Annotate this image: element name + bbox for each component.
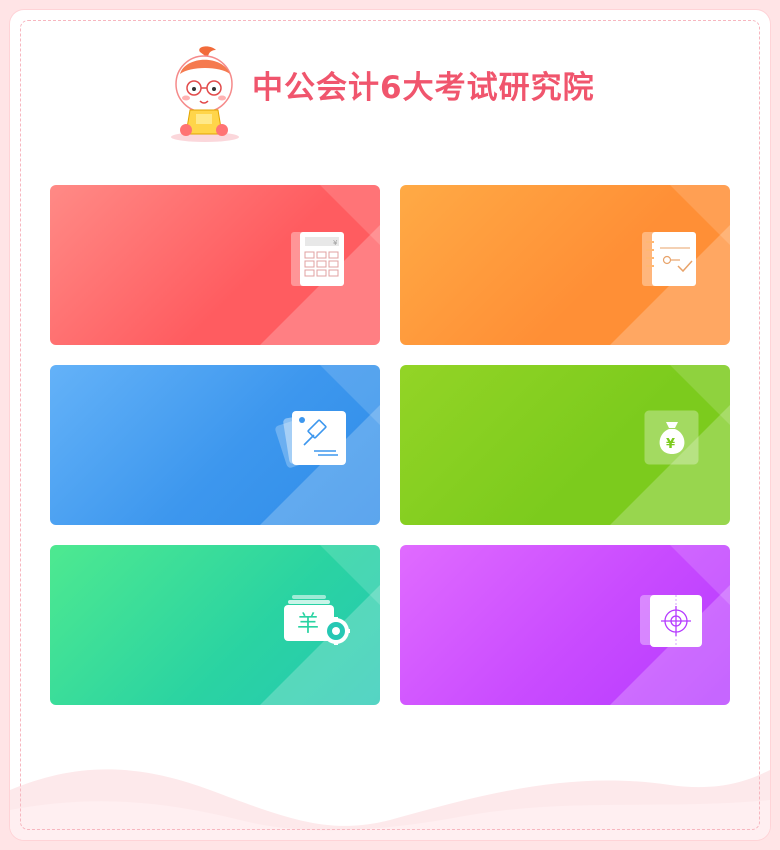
target-icon	[640, 595, 702, 647]
bottom-wave	[10, 769, 770, 840]
money-bag-icon: ¥	[644, 410, 699, 465]
svg-text:¥: ¥	[666, 437, 675, 452]
svg-text:羊: 羊	[297, 612, 319, 637]
gavel-icon	[275, 411, 346, 468]
mascot-icon	[171, 46, 239, 142]
page-frame: 中公会计6大考试研究院 ¥ ¥ 羊	[10, 10, 770, 840]
yen-gear-icon: 羊	[284, 595, 350, 645]
svg-text:¥: ¥	[333, 239, 338, 247]
category-card-2[interactable]	[400, 185, 730, 345]
category-card-1[interactable]: ¥	[50, 185, 380, 345]
category-card-5[interactable]: 羊	[50, 545, 380, 705]
calculator-icon: ¥	[291, 232, 344, 286]
page-title: 中公会计6大考试研究院	[252, 70, 595, 106]
category-card-6[interactable]	[400, 545, 730, 705]
category-card-4[interactable]: ¥	[400, 365, 730, 525]
header: 中公会计6大考试研究院	[10, 40, 770, 142]
notebook-check-icon	[642, 232, 696, 286]
category-card-3[interactable]	[50, 365, 380, 525]
